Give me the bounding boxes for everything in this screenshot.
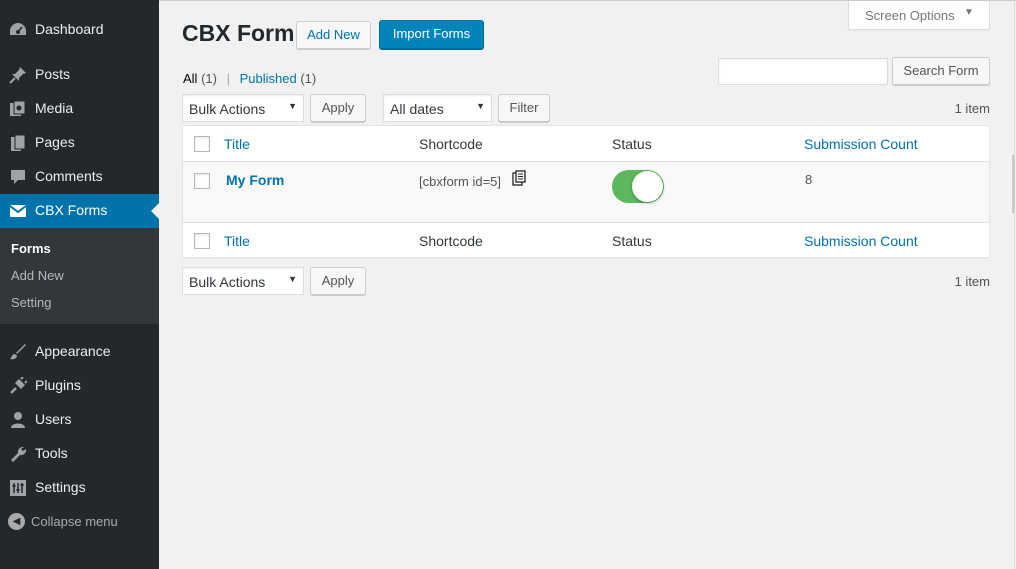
pin-icon [8, 66, 28, 84]
menu-label: Comments [35, 168, 103, 184]
menu-label: CBX Forms [35, 202, 108, 218]
envelope-icon [8, 202, 28, 220]
chevron-down-icon: ▼ [288, 101, 297, 111]
collapse-menu-button[interactable]: ◀ Collapse menu [8, 513, 118, 531]
menu-label: Appearance [35, 343, 111, 359]
search-form-button[interactable]: Search Form [892, 57, 990, 85]
select-all-checkbox-footer[interactable] [194, 233, 210, 249]
filter-all-count: (1) [201, 71, 217, 86]
items-count-bottom: 1 item [954, 274, 990, 289]
menu-label: Tools [35, 445, 68, 461]
menu-tools[interactable]: Tools [0, 437, 159, 471]
table-header: Title Shortcode Status Submission Count [183, 126, 989, 162]
menu-label: Posts [35, 66, 71, 82]
filter-button[interactable]: Filter [498, 94, 550, 122]
items-count: 1 item [954, 101, 990, 116]
submenu-add-new[interactable]: Add New [11, 268, 64, 283]
row-checkbox[interactable] [194, 173, 210, 189]
menu-label: Settings [35, 479, 86, 495]
add-new-button[interactable]: Add New [296, 21, 371, 49]
admin-sidebar: Dashboard Posts Media Pages Comments CBX… [0, 0, 159, 569]
settings-icon [8, 479, 28, 497]
column-shortcode: Shortcode [419, 136, 483, 152]
toggle-knob [632, 171, 663, 202]
menu-pages[interactable]: Pages [0, 126, 159, 160]
apply-button[interactable]: Apply [310, 94, 366, 122]
screen-options-button[interactable]: Screen Options ▼ [848, 1, 990, 30]
wrench-icon [8, 445, 28, 463]
menu-label: Pages [35, 134, 75, 150]
submenu-setting[interactable]: Setting [11, 295, 51, 310]
table-row: My Form [cbxform id=5] 8 [183, 162, 989, 222]
menu-label: Media [35, 100, 74, 116]
media-icon [8, 100, 28, 118]
select-value: All dates [390, 101, 444, 117]
table-footer: Title Shortcode Status Submission Count [183, 222, 989, 257]
filter-published-count: (1) [300, 71, 317, 86]
row-title-link[interactable]: My Form [226, 172, 284, 188]
filter-all[interactable]: All [183, 71, 197, 86]
chevron-down-icon: ▼ [476, 101, 485, 111]
bulk-actions-select-bottom[interactable]: Bulk Actions ▼ [182, 267, 304, 295]
screen-options-label: Screen Options [865, 8, 955, 23]
user-icon [8, 411, 28, 429]
plug-icon [8, 377, 28, 395]
apply-button-bottom[interactable]: Apply [310, 267, 366, 295]
filter-separator: | [226, 71, 230, 86]
filter-published[interactable]: Published [240, 71, 297, 86]
column-submission-count[interactable]: Submission Count [804, 136, 918, 152]
row-shortcode: [cbxform id=5] [419, 174, 502, 189]
select-all-checkbox[interactable] [194, 136, 210, 152]
page-title: CBX Form [182, 20, 295, 46]
search-input[interactable] [718, 58, 888, 85]
column-shortcode: Shortcode [419, 233, 483, 249]
menu-settings[interactable]: Settings [0, 471, 159, 505]
column-title[interactable]: Title [224, 233, 250, 249]
dashboard-icon [8, 21, 28, 39]
column-title[interactable]: Title [224, 136, 250, 152]
chevron-down-icon: ▼ [288, 274, 297, 284]
brush-icon [8, 343, 28, 361]
column-status: Status [612, 136, 652, 152]
menu-posts[interactable]: Posts [0, 58, 159, 92]
status-filters: All (1) | Published (1) [183, 71, 316, 86]
status-toggle[interactable] [612, 170, 664, 203]
menu-comments[interactable]: Comments [0, 160, 159, 194]
menu-dashboard[interactable]: Dashboard [0, 13, 159, 47]
caret-down-icon: ▼ [964, 7, 974, 18]
menu-users[interactable]: Users [0, 403, 159, 437]
column-status: Status [612, 233, 652, 249]
comment-icon [8, 168, 28, 186]
menu-cbx-forms[interactable]: CBX Forms [0, 194, 159, 228]
submenu-forms[interactable]: Forms [11, 241, 51, 256]
menu-plugins[interactable]: Plugins [0, 369, 159, 403]
select-value: Bulk Actions [189, 101, 266, 117]
menu-media[interactable]: Media [0, 92, 159, 126]
select-value: Bulk Actions [189, 274, 266, 290]
forms-table: Title Shortcode Status Submission Count … [182, 125, 990, 258]
dates-select[interactable]: All dates ▼ [383, 94, 492, 122]
collapse-menu-label: Collapse menu [31, 514, 118, 530]
menu-label: Users [35, 411, 72, 427]
import-forms-button[interactable]: Import Forms [379, 20, 484, 49]
pages-icon [8, 134, 28, 152]
menu-label: Plugins [35, 377, 81, 393]
row-submission-count: 8 [805, 172, 813, 187]
menu-appearance[interactable]: Appearance [0, 335, 159, 369]
cbx-forms-submenu: Forms Add New Setting [0, 228, 159, 324]
bulk-actions-select[interactable]: Bulk Actions ▼ [182, 94, 304, 122]
menu-label: Dashboard [35, 21, 104, 37]
copy-icon[interactable] [512, 170, 526, 186]
collapse-arrow-icon: ◀ [8, 513, 25, 531]
column-submission-count[interactable]: Submission Count [804, 233, 918, 249]
